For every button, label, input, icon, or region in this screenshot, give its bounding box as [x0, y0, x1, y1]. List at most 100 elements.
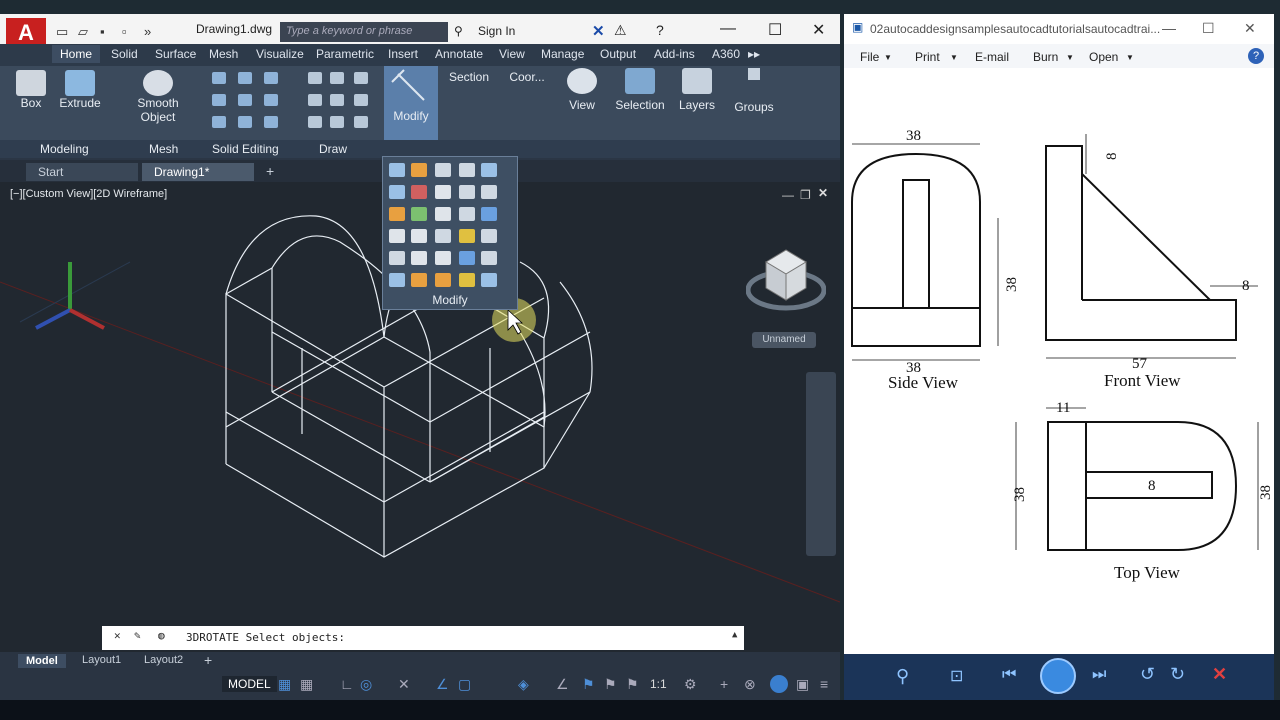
menu-email[interactable]: E-mail — [975, 50, 1009, 64]
panel-solid-editing[interactable]: Solid Editing — [212, 142, 279, 156]
zoom-icon[interactable]: ⚲ — [896, 666, 909, 687]
viewer-close-icon[interactable]: ✕ — [1244, 20, 1256, 37]
line-icon[interactable] — [308, 72, 322, 84]
tab-model[interactable]: Model — [18, 654, 66, 668]
slideshow-button[interactable] — [1040, 658, 1076, 694]
previous-icon[interactable]: ⏮ — [1002, 666, 1016, 684]
osnap-icon[interactable]: ∠ — [436, 676, 449, 693]
menu-file-chevron-icon[interactable]: ▼ — [884, 53, 892, 62]
tab-solid[interactable]: Solid — [111, 47, 138, 61]
box-button[interactable]: Box — [14, 70, 48, 110]
array-icon[interactable] — [481, 207, 497, 221]
move-icon[interactable] — [389, 163, 405, 177]
viewer-help-icon[interactable]: ? — [1248, 48, 1264, 64]
erase-icon[interactable] — [389, 207, 405, 221]
autoscale-icon[interactable]: ⚑ — [604, 676, 617, 693]
union-icon[interactable] — [212, 72, 226, 84]
add-layout-icon[interactable]: + — [204, 652, 212, 668]
polygon-icon[interactable] — [308, 116, 322, 128]
tab-insert[interactable]: Insert — [388, 47, 418, 61]
tab-start[interactable]: Start — [26, 163, 138, 181]
extrude-faces-icon[interactable] — [264, 94, 278, 106]
spline-icon[interactable] — [308, 94, 322, 106]
smooth-object-button[interactable]: Smooth Object — [134, 70, 182, 124]
trim-icon[interactable] — [481, 163, 497, 177]
stretch-icon[interactable] — [459, 185, 475, 199]
maximize-icon[interactable]: ☐ — [768, 20, 782, 40]
tab-output[interactable]: Output — [600, 47, 636, 61]
set-to-bylayer-icon[interactable] — [481, 273, 497, 287]
polyline-icon[interactable] — [330, 72, 344, 84]
annotation-scale-icon[interactable]: ⚑ — [626, 676, 639, 693]
model-space-toggle[interactable]: MODEL — [222, 676, 277, 692]
align-icon[interactable] — [459, 229, 475, 243]
save-as-icon[interactable]: ▫ — [122, 24, 138, 39]
viewcube[interactable] — [745, 244, 827, 314]
edit-polyline-icon[interactable] — [411, 273, 427, 287]
viewer-minimize-icon[interactable]: — — [1162, 20, 1176, 36]
tab-manage[interactable]: Manage — [541, 47, 584, 61]
close-command-icon[interactable]: ✕ — [114, 629, 121, 642]
search-input[interactable]: Type a keyword or phrase — [280, 22, 448, 42]
ucs-name-dropdown[interactable]: Unnamed — [752, 332, 816, 348]
command-text[interactable]: 3DROTATE Select objects: — [186, 631, 345, 644]
edit-spline-icon[interactable] — [435, 273, 451, 287]
break-icon[interactable] — [411, 229, 427, 243]
layers-button[interactable]: Layers — [676, 68, 718, 112]
copy-icon[interactable] — [389, 185, 405, 199]
exchange-icon[interactable]: ✕ — [592, 22, 605, 40]
section-button[interactable]: Section — [446, 70, 492, 84]
draworder-icon[interactable] — [411, 251, 427, 265]
new-file-icon[interactable]: ▭ — [56, 24, 72, 39]
delete-icon[interactable]: ✕ — [1212, 664, 1227, 685]
blend-icon[interactable] — [481, 251, 497, 265]
view-button[interactable]: View — [562, 68, 602, 112]
interfere-icon[interactable] — [238, 94, 252, 106]
menu-open[interactable]: Open — [1089, 50, 1118, 64]
command-history-icon[interactable]: ▲ — [732, 630, 737, 640]
break-at-point-icon[interactable] — [459, 251, 475, 265]
lengthen-icon[interactable] — [435, 229, 451, 243]
navigation-bar[interactable] — [806, 372, 836, 556]
object-snap-icon[interactable]: ▢ — [458, 676, 471, 693]
tab-visualize[interactable]: Visualize — [256, 47, 304, 61]
rotate-ccw-icon[interactable]: ↺ — [1140, 664, 1155, 685]
command-globe-icon[interactable]: ◍ — [158, 629, 165, 642]
sign-in-button[interactable]: Sign In — [478, 24, 515, 38]
extend-icon[interactable] — [389, 251, 405, 265]
actual-size-icon[interactable]: ⊡ — [950, 666, 963, 686]
dynamic-ucs-icon[interactable]: ∠ — [556, 676, 569, 693]
rotate-icon[interactable] — [411, 163, 427, 177]
snap-icon[interactable]: ▦ — [300, 676, 313, 693]
tab-a360[interactable]: A360 — [712, 47, 740, 61]
menu-print-chevron-icon[interactable]: ▼ — [950, 53, 958, 62]
polar-icon[interactable]: ◎ — [360, 676, 372, 693]
subtract-icon[interactable] — [212, 94, 226, 106]
menu-burn-chevron-icon[interactable]: ▼ — [1066, 53, 1074, 62]
fillet-icon[interactable] — [481, 185, 497, 199]
tab-drawing1[interactable]: Drawing1* — [142, 163, 254, 181]
tab-mesh[interactable]: Mesh — [209, 47, 238, 61]
units-icon[interactable]: ⊗ — [744, 676, 756, 693]
help-icon[interactable]: ? — [656, 22, 664, 38]
offset-icon[interactable] — [459, 207, 475, 221]
tab-addins[interactable]: Add-ins — [654, 47, 695, 61]
isolate-objects-icon[interactable] — [770, 675, 788, 693]
chamfer-icon[interactable] — [435, 251, 451, 265]
autodesk-app-icon[interactable]: ⚠ — [614, 22, 627, 39]
thicken-icon[interactable] — [238, 116, 252, 128]
tab-view[interactable]: View — [499, 47, 525, 61]
more-tabs-icon[interactable]: ▸▸ — [748, 47, 760, 61]
binoculars-icon[interactable]: ⚲ — [454, 24, 463, 38]
3d-osnap-icon[interactable]: ◈ — [518, 676, 529, 693]
circle-icon[interactable] — [354, 94, 368, 106]
edit-hatch-icon[interactable] — [459, 273, 475, 287]
extract-edges-icon[interactable] — [264, 72, 278, 84]
wrench-icon[interactable]: ✎ — [134, 629, 141, 642]
annotation-visibility-icon[interactable]: ⚑ — [582, 676, 595, 693]
intersect-icon[interactable] — [212, 116, 226, 128]
workspace-gear-icon[interactable]: ⚙ — [684, 676, 697, 693]
menu-burn[interactable]: Burn — [1033, 50, 1058, 64]
save-icon[interactable]: ▪ — [100, 24, 116, 39]
tab-layout1[interactable]: Layout1 — [82, 654, 121, 666]
